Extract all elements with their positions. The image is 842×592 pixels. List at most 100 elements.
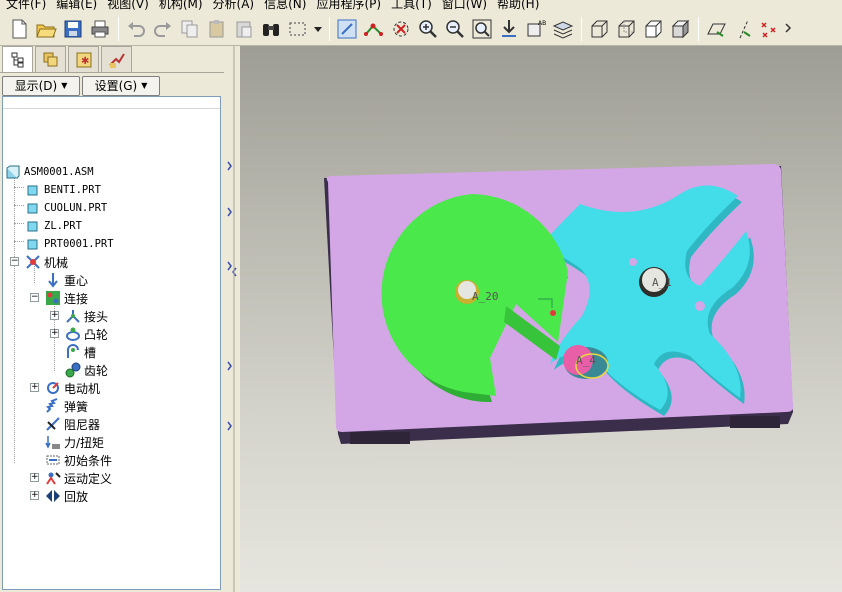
wireframe-icon[interactable] (586, 16, 612, 42)
tree-item-connections[interactable]: 连接 (45, 289, 88, 307)
tree-item-springs[interactable]: 弹簧 (45, 397, 88, 415)
tree-item-motors[interactable]: 电动机 (45, 379, 100, 397)
tab-connections[interactable] (101, 46, 132, 72)
tree-item-label: 凸轮 (84, 327, 109, 342)
tab-favorites[interactable]: ✱ (68, 46, 99, 72)
spring-icon (45, 398, 61, 414)
panel-splitter[interactable] (224, 46, 240, 592)
menu-item[interactable]: 帮助(H) (495, 0, 547, 12)
tree-item-label: CUOLUN.PRT (44, 202, 108, 214)
datum-axes-icon[interactable] (730, 16, 756, 42)
new-file-icon[interactable] (6, 16, 32, 42)
expand-toggle[interactable]: + (30, 383, 39, 392)
menu-item[interactable]: 视图(V) (105, 0, 157, 12)
favorites-icon: ✱ (76, 52, 91, 67)
select-box-icon[interactable] (285, 16, 311, 42)
copy-icon[interactable] (177, 16, 203, 42)
select-dropdown-icon[interactable] (312, 16, 324, 42)
tree-line (14, 241, 24, 242)
expand-toggle[interactable]: + (30, 491, 39, 500)
joint-icon (65, 308, 81, 324)
spin-center-icon[interactable] (388, 16, 414, 42)
menu-item[interactable]: 分析(A) (211, 0, 263, 12)
menu-item[interactable]: 应用程序(P) (314, 0, 389, 12)
refit-icon[interactable] (469, 16, 495, 42)
menu-item[interactable]: 窗口(W) (440, 0, 495, 12)
no-hidden-icon[interactable] (640, 16, 666, 42)
tree-item-motion-definitions[interactable]: 运动定义 (45, 469, 112, 487)
part-icon (25, 182, 41, 198)
saved-views-icon[interactable]: AB (523, 16, 549, 42)
base-plate-foot (730, 416, 780, 428)
expand-toggle[interactable]: + (50, 311, 59, 320)
tree-item-joints[interactable]: 接头 (65, 307, 108, 325)
paste-special-icon[interactable] (231, 16, 257, 42)
tree-item-cams[interactable]: 凸轮 (65, 325, 108, 343)
menu-bar: 文件(F) 编辑(E) 视图(V) 机构(M) 分析(A) 信息(N) 应用程序(P) 工具(… (0, 0, 842, 12)
shading-icon[interactable] (667, 16, 693, 42)
collapse-toggle[interactable]: − (30, 293, 39, 302)
menu-item[interactable]: 信息(N) (262, 0, 314, 12)
display-dropdown-label: 显示(D) (14, 79, 58, 93)
menu-item[interactable]: 编辑(E) (54, 0, 105, 12)
cam-icon (65, 326, 81, 342)
reorient-icon[interactable] (496, 16, 522, 42)
hidden-line-icon[interactable] (613, 16, 639, 42)
redo-icon[interactable] (150, 16, 176, 42)
datum-planes-icon[interactable] (703, 16, 729, 42)
expand-toggle[interactable]: + (30, 473, 39, 482)
tree-item-center-of-gravity[interactable]: 重心 (45, 271, 88, 289)
axis-label-a4: A_4 (576, 354, 596, 367)
menu-item[interactable]: 机构(M) (157, 0, 211, 12)
open-folder-icon[interactable] (33, 16, 59, 42)
expand-toggle[interactable]: + (50, 329, 59, 338)
tree-item-dampers[interactable]: 阻尼器 (45, 415, 100, 433)
mechanism-icon (25, 254, 41, 270)
zoom-out-icon[interactable] (442, 16, 468, 42)
tree-item-part[interactable]: BENTI.PRT (25, 181, 101, 199)
menu-item[interactable]: 文件(F) (4, 0, 54, 12)
tree-item-label: 回放 (64, 489, 89, 504)
tree-item-label: 连接 (64, 291, 89, 306)
tree-item-part[interactable]: PRT0001.PRT (25, 235, 114, 253)
tree-item-initial-conditions[interactable]: 初始条件 (45, 451, 112, 469)
print-icon[interactable] (87, 16, 113, 42)
model-tree-panel: ✱ 显示(D) ▼ 设置(G) ▼ ASM0001.ASM BENTI.PRT … (0, 46, 232, 592)
tree-item-root-assembly[interactable]: ASM0001.ASM (5, 163, 94, 181)
tree-item-slots[interactable]: 槽 (65, 343, 96, 361)
datum-display-icon[interactable] (361, 16, 387, 42)
more-tools-icon[interactable] (784, 16, 794, 42)
find-binoculars-icon[interactable] (258, 16, 284, 42)
menu-item[interactable]: 工具(T) (389, 0, 440, 12)
mechanism-scene[interactable]: A_20 A_1 A_4 (240, 46, 842, 592)
part-icon (25, 200, 41, 216)
axis-label-a1: A_1 (652, 276, 672, 289)
layers-icon[interactable] (550, 16, 576, 42)
collapse-toggle[interactable]: − (10, 257, 19, 266)
regenerate-icon[interactable] (334, 16, 360, 42)
initial-conditions-icon (45, 452, 61, 468)
tab-layer-tree[interactable] (35, 46, 66, 72)
axis-label-a20: A_20 (472, 290, 499, 303)
tree-item-playbacks[interactable]: 回放 (45, 487, 88, 505)
zoom-in-icon[interactable] (415, 16, 441, 42)
tree-item-mechanism[interactable]: 机械 (25, 253, 68, 271)
motor-icon (45, 380, 61, 396)
paste-icon[interactable] (204, 16, 230, 42)
tree-item-gears[interactable]: 齿轮 (65, 361, 108, 379)
graphics-viewport[interactable]: A_20 A_1 A_4 (240, 46, 842, 592)
tree-line (14, 187, 24, 188)
display-dropdown[interactable]: 显示(D) ▼ (2, 75, 80, 96)
tab-model-tree[interactable] (2, 46, 33, 73)
save-icon[interactable] (60, 16, 86, 42)
undo-icon[interactable] (123, 16, 149, 42)
datum-point (550, 310, 556, 316)
datum-points-icon[interactable] (757, 16, 783, 42)
tree-item-part[interactable]: ZL.PRT (25, 217, 82, 235)
toolbar: AB (0, 12, 842, 46)
tree-item-part[interactable]: CUOLUN.PRT (25, 199, 107, 217)
tree-item-force-torque[interactable]: 力/扭矩 (45, 433, 104, 451)
settings-dropdown[interactable]: 设置(G) ▼ (82, 75, 160, 96)
settings-dropdown-label: 设置(G) (94, 79, 138, 93)
tree-line (14, 175, 15, 463)
